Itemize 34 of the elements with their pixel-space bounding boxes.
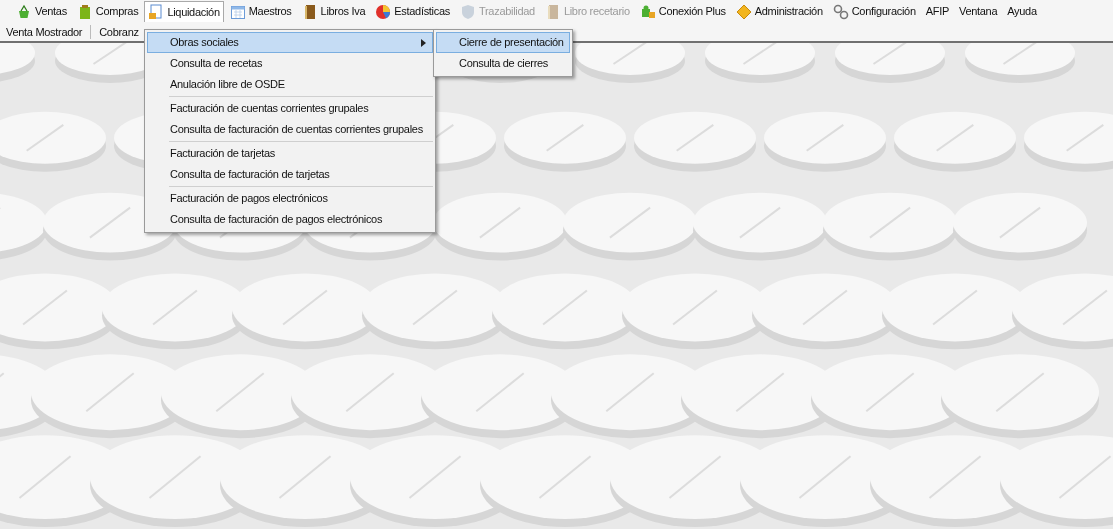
menu-item[interactable]: Facturación de tarjetas	[147, 143, 433, 164]
menu-bar-item[interactable]: Liquidación	[144, 1, 224, 22]
menu-bar-item[interactable]: Ventas	[12, 1, 71, 22]
menu-item[interactable]: Consulta de facturación de pagos electrónicos	[147, 209, 433, 230]
menu-item[interactable]: Obras sociales	[147, 32, 433, 53]
menu-bar-item[interactable]: Ventana	[954, 1, 1002, 22]
gears-icon	[832, 3, 849, 20]
menu-item[interactable]: Consulta de facturación de cuentas corrientes grupales	[147, 119, 433, 140]
menu-item[interactable]: Cierre de presentación	[436, 32, 570, 53]
diamond-icon	[735, 3, 752, 20]
toolbar-button[interactable]: Cobranz	[99, 23, 139, 41]
menu-bar-item[interactable]: Ayuda	[1003, 1, 1041, 22]
menu-bar-item[interactable]: Libros Iva	[297, 1, 370, 22]
menu-item[interactable]: Consulta de cierres	[436, 53, 570, 74]
menu-bar-item[interactable]: AFIP	[921, 1, 953, 22]
menu-bar-item[interactable]: Conexión Plus	[635, 1, 730, 22]
pie-chart-icon	[375, 3, 392, 20]
puzzle-icon	[639, 3, 656, 20]
shield-icon	[460, 3, 476, 20]
toolbar-button[interactable]: Venta Mostrador	[6, 23, 83, 41]
submenu-arrow-icon	[421, 39, 426, 47]
menu-bar-item[interactable]: Maestros	[225, 1, 296, 22]
menu-bar-item[interactable]: Estadísticas	[371, 1, 454, 22]
menu-bar-item[interactable]: Configuración	[828, 1, 920, 22]
menu-item[interactable]: Facturación de pagos electrónicos	[147, 188, 433, 209]
menu-bar-item[interactable]: Administración	[731, 1, 827, 22]
basket-icon	[16, 3, 32, 20]
menu-item[interactable]: Consulta de facturación de tarjetas	[147, 164, 433, 185]
menu-item[interactable]: Anulación libre de OSDE	[147, 74, 433, 95]
menu-item[interactable]: Facturación de cuentas corrientes grupales	[147, 98, 433, 119]
menu-item[interactable]: Consulta de recetas	[147, 53, 433, 74]
calendar-icon	[229, 3, 246, 20]
document-icon	[148, 4, 165, 20]
menu-bar-item[interactable]: Compras	[72, 1, 143, 22]
